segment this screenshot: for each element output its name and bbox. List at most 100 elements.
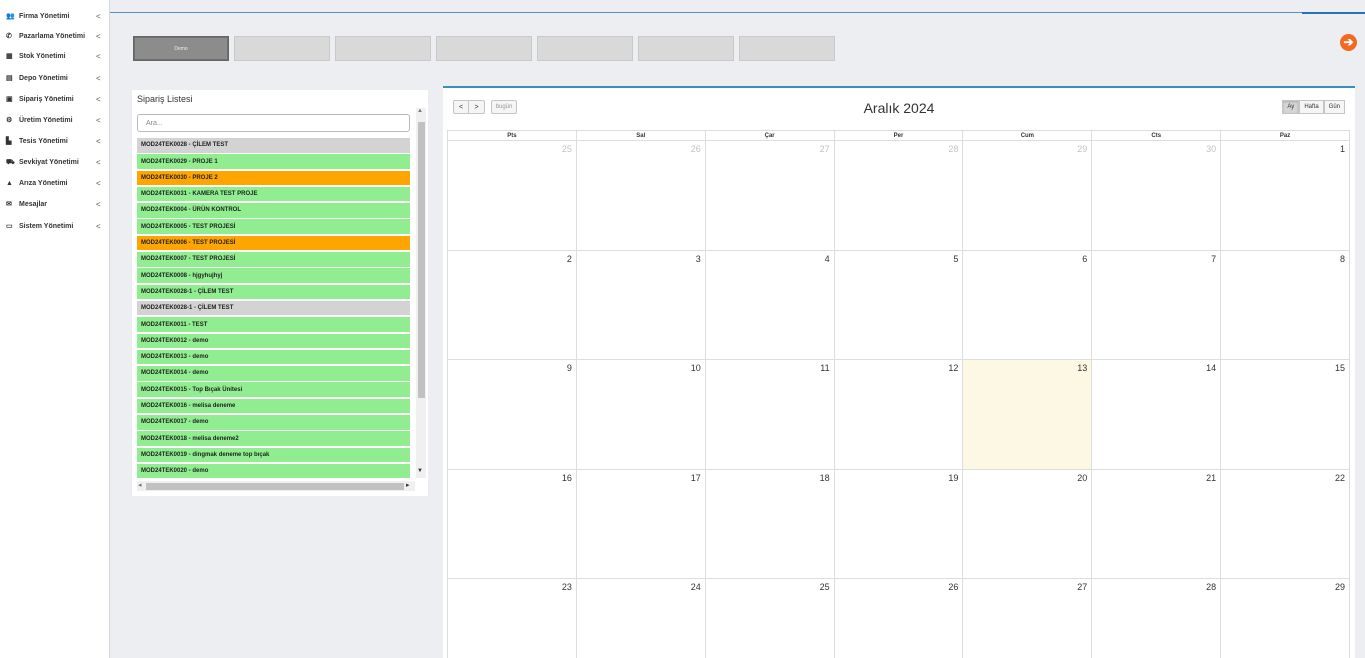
- view-week-button[interactable]: Hafta: [1299, 100, 1324, 114]
- calendar-day[interactable]: 28: [1091, 579, 1220, 658]
- sidebar-item[interactable]: ✉ Mesajlar <: [0, 195, 110, 213]
- weekday-header: Pts Sal Çar Per Cum Cts Paz: [447, 130, 1351, 141]
- chevron-left-icon: <: [96, 178, 101, 188]
- order-list-item[interactable]: MOD24TEK0005 - TEST PROJESİ: [137, 219, 410, 234]
- calendar-day[interactable]: 8: [1220, 250, 1351, 359]
- order-list-item[interactable]: MOD24TEK0030 - PROJE 2: [137, 170, 410, 186]
- order-list-item[interactable]: MOD24TEK0012 - demo: [137, 333, 410, 349]
- sidebar-item[interactable]: ⚙ Üretim Yönetimi <: [0, 111, 110, 129]
- calendar-day[interactable]: 30: [1091, 141, 1220, 250]
- order-list-hscroll-thumb[interactable]: [146, 483, 404, 490]
- order-list-item[interactable]: MOD24TEK0019 - dingmak deneme top bıçak: [137, 447, 410, 463]
- scroll-down-icon[interactable]: ▼: [417, 468, 423, 474]
- order-list-item[interactable]: MOD24TEK0007 - TEST PROJESİ: [137, 252, 410, 267]
- sidebar-item[interactable]: ▤ Depo Yönetimi <: [0, 69, 110, 87]
- truck-icon: ⛟: [6, 158, 15, 166]
- project-tab[interactable]: [638, 36, 734, 61]
- order-list-item[interactable]: MOD24TEK0004 - ÜRÜN KONTROL: [137, 203, 410, 218]
- calendar-day[interactable]: 12: [833, 360, 963, 469]
- order-list-item[interactable]: MOD24TEK0008 - hjgyhujhyj: [137, 268, 410, 283]
- calendar-day[interactable]: 26: [833, 579, 963, 658]
- calendar-day[interactable]: 22: [1220, 469, 1351, 578]
- sidebar-item[interactable]: ▦ Stok Yönetimi <: [0, 47, 110, 65]
- order-list-item[interactable]: MOD24TEK0028-1 - ÇİLEM TEST: [137, 284, 410, 300]
- sidebar-item[interactable]: ▙ Tesis Yönetimi <: [0, 132, 110, 150]
- calendar-day[interactable]: 5: [833, 250, 963, 359]
- calendar-day[interactable]: 1: [1220, 141, 1351, 250]
- order-list-item[interactable]: MOD24TEK0011 - TEST: [137, 317, 410, 332]
- order-list-item[interactable]: MOD24TEK0014 - demo: [137, 366, 410, 381]
- calendar-day[interactable]: 14: [1091, 360, 1220, 469]
- arrow-right-circle-icon[interactable]: ➔: [1340, 34, 1357, 51]
- calendar: Aralık 2024 < > bugün Ay Hafta Gün Pts Sal Ç…: [443, 86, 1355, 658]
- chevron-left-icon: <: [96, 73, 101, 83]
- calendar-day[interactable]: 18: [704, 469, 834, 578]
- calendar-day[interactable]: 27: [704, 141, 834, 250]
- prev-month-button[interactable]: <: [453, 100, 469, 114]
- calendar-day[interactable]: 10: [575, 360, 705, 469]
- order-list-item[interactable]: MOD24TEK0013 - demo: [137, 349, 410, 365]
- scroll-up-icon[interactable]: ▲: [417, 108, 423, 114]
- sidebar-item-label: Sipariş Yönetimi: [19, 95, 74, 103]
- calendar-day[interactable]: 7: [1091, 250, 1220, 359]
- calendar-day-today[interactable]: 13: [962, 360, 1092, 469]
- order-list: MOD24TEK0028 - ÇİLEM TEST MOD24TEK0029 - …: [137, 138, 410, 480]
- calendar-day[interactable]: 9: [447, 360, 576, 469]
- sidebar-item[interactable]: ▲ Arıza Yönetimi <: [0, 174, 110, 192]
- order-list-scroll-thumb[interactable]: [418, 122, 425, 398]
- order-list-item[interactable]: MOD24TEK0006 - TEST PROJESİ: [137, 235, 410, 251]
- sidebar-item-label: Firma Yönetimi: [19, 12, 70, 20]
- calendar-day[interactable]: 26: [575, 141, 705, 250]
- calendar-day[interactable]: 16: [447, 469, 576, 578]
- today-button[interactable]: bugün: [491, 100, 517, 114]
- calendar-day[interactable]: 25: [704, 579, 834, 658]
- sidebar-item[interactable]: 👥 Firma Yönetimi <: [0, 7, 110, 25]
- project-tab[interactable]: Demo: [133, 36, 229, 61]
- calendar-day[interactable]: 15: [1220, 360, 1351, 469]
- scroll-left-icon[interactable]: ◂: [138, 481, 142, 489]
- calendar-day[interactable]: 6: [962, 250, 1091, 359]
- calendar-day[interactable]: 27: [962, 579, 1091, 658]
- calendar-day[interactable]: 28: [833, 141, 963, 250]
- scroll-right-icon[interactable]: ▸: [406, 481, 410, 489]
- order-list-item[interactable]: MOD24TEK0017 - demo: [137, 415, 410, 430]
- calendar-day[interactable]: 17: [575, 469, 705, 578]
- order-list-item[interactable]: MOD24TEK0020 - demo: [137, 463, 410, 479]
- calendar-day[interactable]: 3: [575, 250, 705, 359]
- order-list-item[interactable]: MOD24TEK0016 - melisa deneme: [137, 398, 410, 414]
- project-tab[interactable]: [436, 36, 532, 61]
- calendar-day[interactable]: 11: [704, 360, 834, 469]
- sidebar: 👥 Firma Yönetimi < ✆ Pazarlama Yönetimi < ▦ Sto…: [0, 0, 110, 658]
- calendar-day[interactable]: 23: [447, 579, 576, 658]
- sidebar-item[interactable]: ▣ Sipariş Yönetimi <: [0, 90, 110, 108]
- calendar-day[interactable]: 21: [1091, 469, 1220, 578]
- order-list-item[interactable]: MOD24TEK0028 - ÇİLEM TEST: [137, 138, 410, 153]
- order-list-item[interactable]: MOD24TEK0031 - KAMERA TEST PROJE: [137, 186, 410, 202]
- calendar-day[interactable]: 19: [833, 469, 963, 578]
- sidebar-item[interactable]: ▭ Sistem Yönetimi <: [0, 217, 110, 235]
- calendar-day[interactable]: 20: [962, 469, 1091, 578]
- next-month-button[interactable]: >: [469, 100, 485, 114]
- calendar-day[interactable]: 29: [962, 141, 1091, 250]
- order-list-item[interactable]: MOD24TEK0029 - PROJE 1: [137, 154, 410, 169]
- calendar-day[interactable]: 29: [1220, 579, 1351, 658]
- calendar-day[interactable]: 2: [447, 250, 576, 359]
- view-day-button[interactable]: Gün: [1323, 100, 1345, 114]
- calendar-day[interactable]: 25: [447, 141, 576, 250]
- project-tab[interactable]: [537, 36, 633, 61]
- project-tab[interactable]: [739, 36, 835, 61]
- project-tab[interactable]: [335, 36, 431, 61]
- calendar-day[interactable]: 4: [704, 250, 834, 359]
- order-search-input[interactable]: [137, 114, 410, 132]
- order-list-item[interactable]: MOD24TEK0018 - melisa deneme2: [137, 431, 410, 446]
- chevron-left-icon: <: [96, 115, 101, 125]
- view-month-button[interactable]: Ay: [1282, 100, 1300, 114]
- calendar-day[interactable]: 24: [575, 579, 705, 658]
- order-list-item[interactable]: MOD24TEK0028-1 - ÇİLEM TEST: [137, 300, 410, 316]
- sidebar-item[interactable]: ✆ Pazarlama Yönetimi <: [0, 27, 110, 45]
- order-list-item[interactable]: MOD24TEK0015 - Top Bıçak Ünitesi: [137, 382, 410, 397]
- project-tab[interactable]: [234, 36, 330, 61]
- sidebar-item[interactable]: ⛟ Sevkiyat Yönetimi <: [0, 153, 110, 171]
- top-divider-accent: [1302, 12, 1365, 14]
- calendar-week-row: 16 17 18 19 20 21 22: [447, 469, 1351, 579]
